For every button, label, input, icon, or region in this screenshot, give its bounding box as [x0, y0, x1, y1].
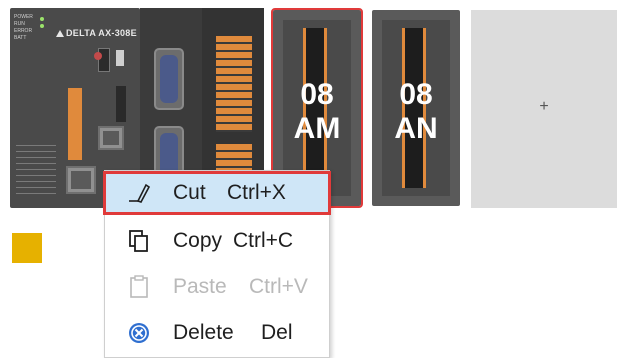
menu-item-label: Cut: [173, 181, 206, 204]
status-label-batt: BATT: [14, 35, 27, 41]
menu-item-delete[interactable]: Delete Del: [105, 313, 329, 353]
vga-port-1: [154, 48, 184, 110]
reset-button: [94, 52, 102, 60]
status-label-error: ERROR: [14, 28, 33, 34]
menu-item-copy[interactable]: Copy Ctrl+C: [105, 221, 329, 261]
empty-slot-add[interactable]: +: [471, 10, 617, 208]
menu-item-shortcut: Ctrl+C: [233, 229, 294, 252]
ethernet-port-1: [98, 126, 124, 150]
delete-icon: [127, 321, 151, 345]
io-module-08an[interactable]: 08 AN: [372, 10, 460, 206]
cpu-status-labels: POWER RUN ERROR BATT: [14, 14, 54, 42]
power-led: [40, 17, 44, 21]
battery-slot: [116, 86, 126, 122]
copy-icon: [127, 229, 151, 253]
io-module-code-bottom: AM: [293, 112, 341, 145]
menu-item-paste[interactable]: Paste Ctrl+V: [105, 267, 329, 307]
cpu-io-leds: [16, 140, 56, 196]
ethernet-port-2: [66, 166, 96, 194]
yellow-marker: [12, 233, 42, 263]
menu-item-shortcut: Del: [261, 321, 293, 344]
menu-item-cut[interactable]: Cut Ctrl+X: [103, 171, 331, 215]
menu-item-label: Copy: [173, 229, 223, 252]
cut-icon: [127, 181, 151, 205]
menu-item-shortcut: Ctrl+V: [249, 275, 308, 298]
cpu-brand: DELTA AX-308E: [56, 28, 137, 38]
paste-icon: [127, 275, 151, 299]
status-label-power: POWER: [14, 14, 33, 20]
menu-item-label: Paste: [173, 275, 227, 298]
delta-logo-icon: [56, 30, 64, 37]
context-menu: Cut Ctrl+X Copy Ctrl+C Paste Ctrl+V Dele…: [103, 170, 331, 358]
cpu-terminal-block: [68, 88, 82, 160]
io-module-code-bottom: AN: [394, 112, 438, 145]
status-label-run: RUN: [14, 21, 25, 27]
usb-port: [116, 50, 124, 66]
menu-item-label: Delete: [173, 321, 234, 344]
io-module-code-top: 08: [399, 78, 433, 111]
menu-item-shortcut: Ctrl+X: [227, 181, 286, 204]
add-icon: +: [539, 98, 549, 115]
cpu-brand-text: DELTA AX-308E: [66, 28, 137, 38]
io-module-code-top: 08: [300, 78, 334, 111]
run-led: [40, 24, 44, 28]
terminal-strip-upper: [216, 36, 252, 132]
